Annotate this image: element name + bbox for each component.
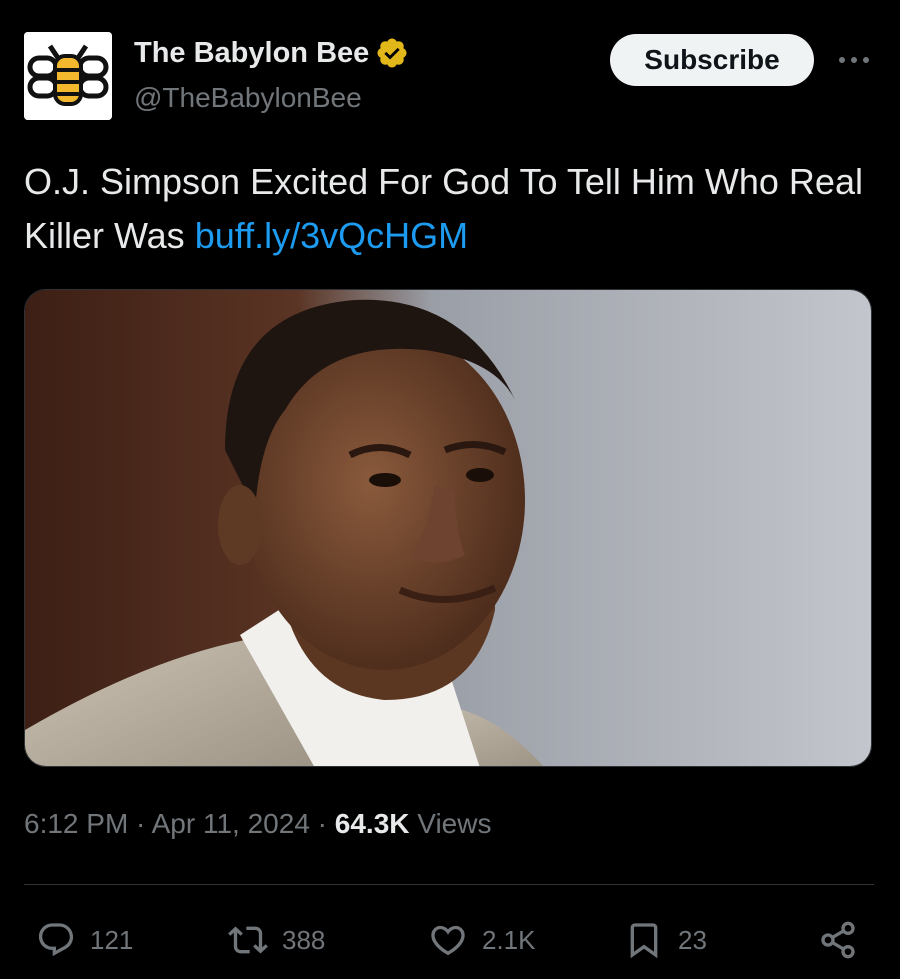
portrait-photo <box>25 290 871 766</box>
reply-icon <box>38 923 74 957</box>
divider <box>24 884 874 885</box>
tweet-image[interactable] <box>24 289 872 767</box>
share-button[interactable] <box>818 918 858 962</box>
tweet-text: O.J. Simpson Excited For God To Tell Him… <box>24 155 874 263</box>
bookmark-count: 23 <box>678 924 707 955</box>
meta-separator: · <box>128 808 152 839</box>
meta-separator: · <box>309 808 335 839</box>
author-name-text: The Babylon Bee <box>134 36 370 69</box>
like-button[interactable]: 2.1K <box>428 918 536 962</box>
avatar[interactable] <box>24 32 112 120</box>
repost-button[interactable]: 388 <box>228 918 325 962</box>
views-count: 64.3K <box>334 808 410 839</box>
babylon-bee-logo <box>24 32 112 120</box>
reply-button[interactable]: 121 <box>36 918 133 962</box>
views-label: Views <box>417 808 492 839</box>
author-handle[interactable]: @TheBabylonBee <box>134 82 362 114</box>
repost-icon <box>228 926 268 954</box>
more-options-button[interactable] <box>836 46 872 74</box>
share-icon <box>821 921 855 959</box>
verified-badge-icon[interactable] <box>375 36 409 70</box>
tweet-link[interactable]: buff.ly/3vQcHGM <box>195 215 468 256</box>
repost-count: 388 <box>282 924 326 955</box>
tweet-date[interactable]: Apr 11, 2024 <box>152 808 310 839</box>
author-display-name[interactable]: The Babylon Bee <box>134 36 409 70</box>
more-horizontal-icon <box>839 57 869 63</box>
reply-count: 121 <box>90 924 134 955</box>
tweet-time[interactable]: 6:12 PM <box>24 808 128 839</box>
bookmark-button[interactable]: 23 <box>624 918 707 962</box>
tweet-metadata: 6:12 PM · Apr 11, 2024 · 64.3K Views <box>24 808 491 840</box>
bookmark-icon <box>630 923 658 959</box>
heart-icon <box>431 925 465 956</box>
like-count: 2.1K <box>482 924 536 955</box>
subscribe-button[interactable]: Subscribe <box>610 34 814 86</box>
